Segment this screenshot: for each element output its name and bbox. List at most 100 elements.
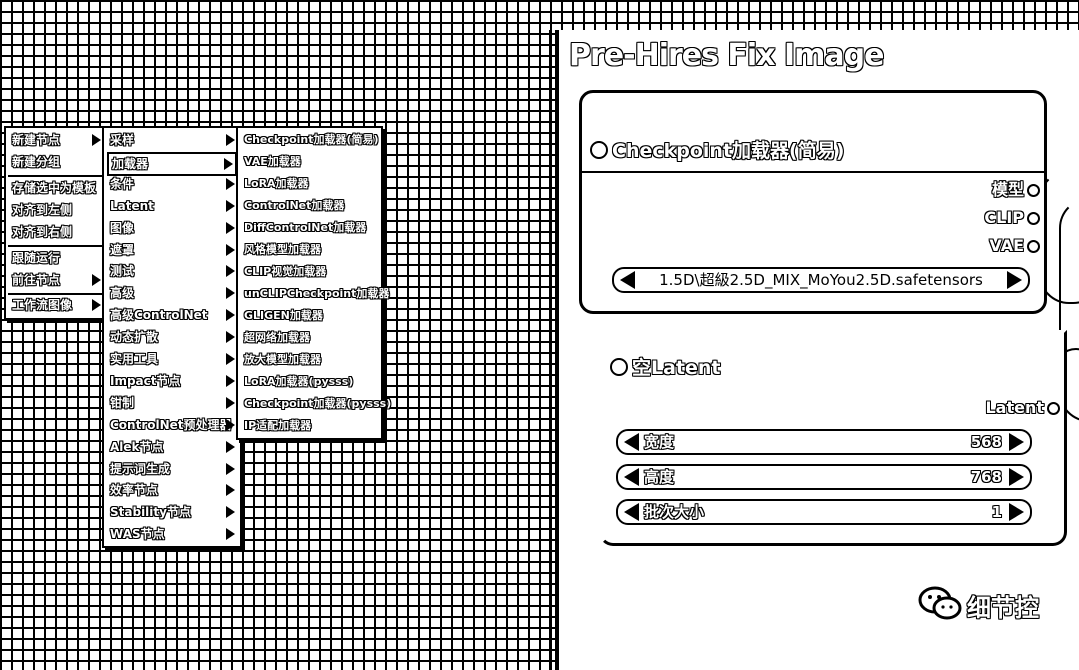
- loader-menu-item[interactable]: Checkpoint加载器(简易): [241, 130, 379, 150]
- submenu-arrow-icon: [224, 157, 233, 170]
- output-slot-label: Latent: [985, 398, 1044, 417]
- menu-item-align-right[interactable]: 对齐到右侧: [9, 222, 103, 242]
- menu-item-label: IP适配加载器: [244, 419, 312, 432]
- menu-item-label: Impact节点: [110, 373, 181, 388]
- decrement-arrow-icon[interactable]: [624, 468, 639, 486]
- menu-item-new-node[interactable]: 新建节点: [9, 130, 103, 150]
- category-menu-item[interactable]: 高级: [107, 283, 237, 303]
- category-menu-item[interactable]: 图像: [107, 218, 237, 238]
- loader-menu-item[interactable]: LoRA加载器(pysss): [241, 372, 378, 392]
- menu-item-align-left[interactable]: 对齐到左侧: [9, 200, 103, 220]
- category-menu-item[interactable]: 动态扩散: [107, 327, 237, 347]
- ckpt-name-value: 1.5D\超級2.5D_MIX_MoYou2.5D.safetensors: [659, 271, 983, 289]
- widget-value: 568: [970, 433, 1002, 451]
- empty-latent-node[interactable]: 空Latent Latent 宽度 568 高度 768 批次大小 1: [599, 330, 1067, 546]
- menu-item-new-group[interactable]: 新建分组: [9, 152, 103, 172]
- output-port-icon[interactable]: [1047, 402, 1060, 415]
- increment-arrow-icon[interactable]: [1009, 503, 1024, 521]
- category-menu-item[interactable]: Stability节点: [107, 502, 237, 522]
- category-menu-item[interactable]: 加载器: [107, 151, 237, 176]
- category-menu-item[interactable]: ControlNet预处理器: [107, 415, 237, 435]
- menu-item-label: 新建分组: [12, 155, 61, 169]
- loader-menu-item[interactable]: 超网络加载器: [241, 328, 378, 348]
- node-collapse-toggle[interactable]: [590, 141, 608, 159]
- category-menu-item[interactable]: 实用工具: [107, 349, 237, 369]
- loader-menu-item[interactable]: CLIP视觉加载器: [241, 262, 378, 282]
- node-collapse-toggle[interactable]: [610, 358, 628, 376]
- menu-item-label: 高级: [110, 286, 135, 301]
- submenu-arrow-icon: [226, 199, 235, 212]
- category-menu-item[interactable]: WAS节点: [107, 524, 237, 544]
- menu-item-label: 跟随运行: [12, 251, 61, 265]
- menu-item-label: 工作流图像: [12, 298, 73, 312]
- next-arrow-icon[interactable]: [1007, 271, 1022, 289]
- menu-item-goto-node[interactable]: 前往节点: [9, 270, 103, 290]
- submenu-arrow-icon: [226, 287, 235, 300]
- category-menu-item[interactable]: 提示词生成: [107, 459, 237, 479]
- output-port-icon[interactable]: [1027, 184, 1040, 197]
- output-slot-clip[interactable]: CLIP: [984, 207, 1040, 229]
- loader-menu-item[interactable]: Checkpoint加载器(pysss): [241, 394, 391, 414]
- category-menu-item[interactable]: 钳制: [107, 393, 237, 413]
- menu-item-label: 测试: [110, 264, 135, 279]
- menu-item-label: 提示词生成: [110, 461, 171, 476]
- increment-arrow-icon[interactable]: [1009, 468, 1024, 486]
- output-slot-label: VAE: [989, 236, 1024, 255]
- menu-item-save-template[interactable]: 存储选中为模板: [9, 178, 103, 198]
- width-widget[interactable]: 宽度 568: [616, 429, 1032, 455]
- loader-menu-item[interactable]: LoRA加载器: [241, 174, 378, 194]
- menu-item-label: Checkpoint加载器(pysss): [244, 397, 392, 410]
- output-port-icon[interactable]: [1027, 212, 1040, 225]
- menu-item-label: ControlNet预处理器: [110, 417, 232, 432]
- category-menu-item[interactable]: Alek节点: [107, 437, 237, 457]
- category-menu-item[interactable]: 遮罩: [107, 240, 237, 260]
- category-menu-item[interactable]: 采样: [107, 130, 237, 150]
- menu-item-label: 风格模型加载器: [244, 243, 321, 256]
- menu-item-label: 效率节点: [110, 483, 159, 498]
- category-menu-item[interactable]: 条件: [107, 174, 237, 194]
- loader-menu-item[interactable]: GLIGEN加载器: [241, 306, 378, 326]
- submenu-arrow-icon: [92, 299, 101, 311]
- submenu-arrow-icon: [226, 309, 235, 322]
- prev-arrow-icon[interactable]: [620, 271, 635, 289]
- submenu-arrow-icon: [226, 484, 235, 497]
- batch-size-widget[interactable]: 批次大小 1: [616, 499, 1032, 525]
- increment-arrow-icon[interactable]: [1009, 433, 1024, 451]
- menu-item-label: 对齐到左侧: [12, 203, 73, 217]
- node-group[interactable]: Pre-Hires Fix Image Checkpoint加载器(简易) 模型…: [549, 30, 1079, 670]
- decrement-arrow-icon[interactable]: [624, 503, 639, 521]
- loader-menu-item[interactable]: DiffControlNet加载器: [241, 218, 378, 238]
- category-menu-item[interactable]: 效率节点: [107, 480, 237, 500]
- widget-value: 768: [970, 468, 1002, 486]
- menu-item-workflow-image[interactable]: 工作流图像: [9, 295, 103, 315]
- wechat-icon: [918, 586, 962, 620]
- menu-item-label: 采样: [110, 133, 135, 147]
- loader-menu-item[interactable]: VAE加载器: [241, 152, 378, 172]
- output-port-icon[interactable]: [1027, 240, 1040, 253]
- widget-label: 高度: [644, 468, 675, 486]
- loader-menu-item[interactable]: 风格模型加载器: [241, 240, 378, 260]
- loader-menu-item[interactable]: unCLIPCheckpoint加载器: [241, 284, 389, 304]
- ckpt-name-combo[interactable]: 1.5D\超級2.5D_MIX_MoYou2.5D.safetensors: [612, 267, 1030, 293]
- submenu-arrow-icon: [226, 331, 235, 344]
- submenu-arrow-icon: [226, 528, 235, 541]
- loader-menu-item[interactable]: 放大模型加载器: [241, 350, 378, 370]
- category-menu-item[interactable]: 测试: [107, 261, 237, 281]
- output-slot-vae[interactable]: VAE: [989, 235, 1040, 257]
- checkpoint-loader-node[interactable]: Checkpoint加载器(简易) 模型 CLIP VAE 1.5D\超級2.5…: [579, 90, 1047, 314]
- decrement-arrow-icon[interactable]: [624, 433, 639, 451]
- category-menu-item[interactable]: 高级ControlNet: [107, 305, 237, 325]
- loader-menu-item[interactable]: IP适配加载器: [241, 416, 378, 436]
- menu-item-label: ControlNet加载器: [244, 199, 345, 212]
- category-menu-item[interactable]: Impact节点: [107, 371, 237, 391]
- loader-menu-item[interactable]: ControlNet加载器: [241, 196, 378, 216]
- category-menu-item[interactable]: Latent: [107, 196, 237, 216]
- menu-item-follow-run[interactable]: 跟随运行: [9, 248, 103, 268]
- widget-value: 1: [991, 503, 1002, 521]
- output-slot-model[interactable]: 模型: [992, 179, 1040, 201]
- menu-item-label: GLIGEN加载器: [244, 309, 323, 322]
- submenu-arrow-icon: [92, 134, 101, 146]
- output-slot-latent[interactable]: Latent: [985, 397, 1060, 419]
- submenu-arrow-icon: [226, 418, 235, 431]
- height-widget[interactable]: 高度 768: [616, 464, 1032, 490]
